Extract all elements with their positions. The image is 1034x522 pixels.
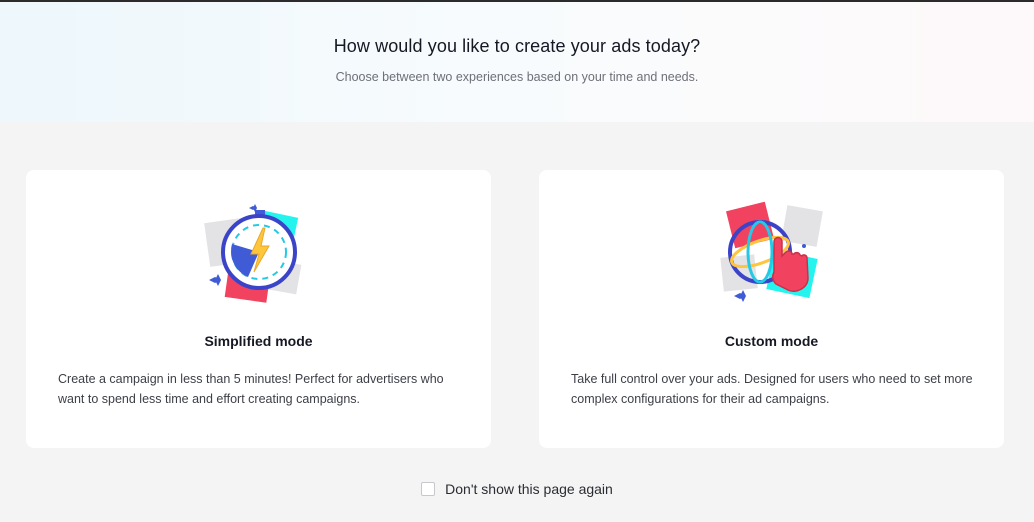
custom-mode-title: Custom mode xyxy=(724,333,819,349)
stopwatch-lightning-icon xyxy=(199,200,319,310)
simplified-mode-title: Simplified mode xyxy=(204,333,313,349)
simplified-mode-card[interactable]: Simplified mode Create a campaign in les… xyxy=(26,170,491,448)
page-header: How would you like to create your ads to… xyxy=(0,2,1034,122)
dont-show-again-row: Don't show this page again xyxy=(0,478,1034,500)
custom-mode-card[interactable]: Custom mode Take full control over your … xyxy=(539,170,1004,448)
page-title: How would you like to create your ads to… xyxy=(333,36,701,56)
page-subtitle: Choose between two experiences based on … xyxy=(335,70,699,84)
globe-hand-pointer-icon xyxy=(712,200,832,310)
custom-mode-description: Take full control over your ads. Designe… xyxy=(571,372,973,406)
simplified-mode-description: Create a campaign in less than 5 minutes… xyxy=(58,372,444,406)
dont-show-again-checkbox[interactable] xyxy=(421,482,436,496)
dont-show-again-label[interactable]: Don't show this page again xyxy=(445,481,613,497)
